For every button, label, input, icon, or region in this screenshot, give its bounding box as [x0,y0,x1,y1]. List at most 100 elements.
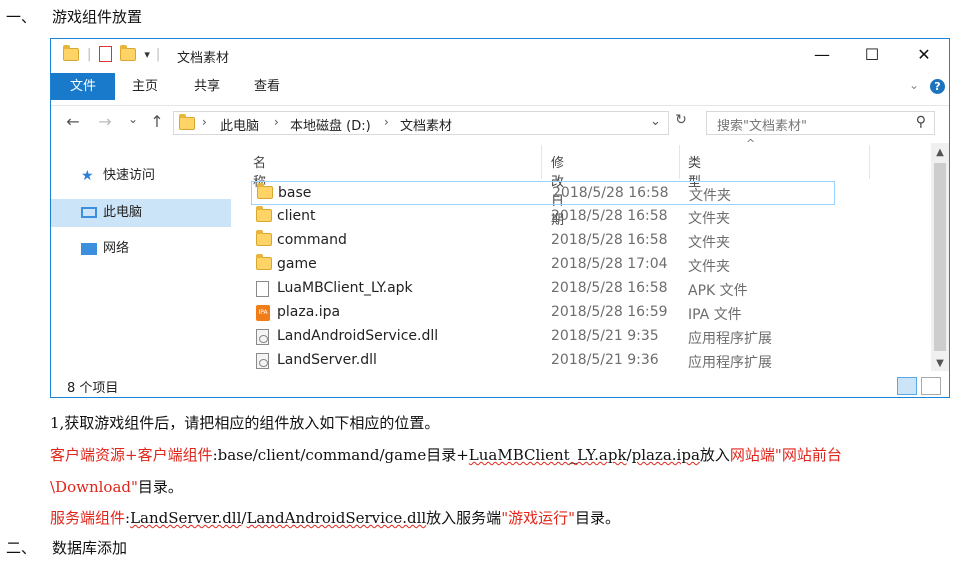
file-name: command [277,232,347,248]
file-row[interactable]: command 2018/5/28 16:58 文件夹 [251,229,835,253]
toolbar-divider: | [155,46,161,62]
maximize-button[interactable]: ☐ [849,39,895,71]
up-button[interactable]: ↑ [147,112,167,131]
chevron-right-icon[interactable]: › [274,115,279,129]
forward-button[interactable]: → [95,112,115,131]
refresh-icon[interactable]: ↻ [671,112,691,128]
file-name: LuaMBClient_LY.apk [277,280,413,296]
scrollbar-thumb[interactable] [934,163,946,351]
folder-icon [257,183,273,199]
heading-text: 数据库添加 [52,539,128,557]
nav-item-this-pc[interactable]: 此电脑 [51,199,231,227]
file-date: 2018/5/28 17:04 [551,256,668,272]
dll-filename-2: LandAndroidService.dll [246,509,427,527]
file-name: base [278,185,312,201]
title-bar: | ▾ | 文档素材 — ☐ ✕ [51,39,949,73]
server-label: 服务端组件 [50,509,126,527]
file-date: 2018/5/28 16:58 [552,185,669,201]
vertical-scrollbar[interactable]: ▲ ▼ [931,143,949,371]
file-row[interactable]: game 2018/5/28 17:04 文件夹 [251,253,835,277]
tab-file[interactable]: 文件 [51,73,115,100]
column-divider[interactable] [679,145,680,179]
heading-number: 二、 [6,539,37,557]
close-button[interactable]: ✕ [901,39,947,71]
tab-share[interactable]: 共享 [185,73,229,100]
tab-home[interactable]: 主页 [123,73,167,100]
file-date: 2018/5/28 16:58 [551,208,668,224]
dll-file-icon [256,329,269,345]
file-date: 2018/5/21 9:36 [551,352,659,368]
sort-ascending-icon: ^ [746,137,756,150]
search-input[interactable]: 搜索"文档素材" ⚲ [706,111,935,135]
search-icon[interactable]: ⚲ [916,114,926,130]
server-components-line: 服务端组件:LandServer.dll/LandAndroidService.… [50,507,620,528]
file-row[interactable]: IPA plaza.ipa 2018/5/28 16:59 IPA 文件 [251,301,835,325]
file-icon [256,281,269,297]
chevron-right-icon[interactable]: › [202,115,207,129]
window-title: 文档素材 [177,51,230,66]
file-row[interactable]: LandAndroidService.dll 2018/5/21 9:35 应用… [251,325,835,349]
recent-locations-button[interactable]: ⌄ [123,112,143,126]
file-type: IPA 文件 [688,307,742,323]
properties-icon[interactable] [99,46,113,62]
folder-icon [256,230,272,246]
doc-heading-1: 一、 游戏组件放置 [6,6,142,27]
nav-item-label: 此电脑 [103,205,143,220]
ribbon-tabs: 文件 主页 共享 查看 ⌄ ? [51,73,949,100]
folder-icon[interactable] [63,44,79,61]
client-components-line: 客户端资源+客户端组件:base/client/command/game目录+L… [50,444,842,465]
file-type: 文件夹 [689,188,731,204]
tab-view[interactable]: 查看 [245,73,289,100]
file-date: 2018/5/21 9:35 [551,328,659,344]
expand-ribbon-icon[interactable]: ⌄ [909,78,919,92]
folder-icon [256,206,272,222]
computer-icon [81,207,97,218]
file-type: 文件夹 [688,211,730,227]
new-folder-icon[interactable] [120,44,137,61]
file-row[interactable]: LandServer.dll 2018/5/21 9:36 应用程序扩展 [251,349,835,373]
customize-dropdown-icon[interactable]: ▾ [144,48,150,61]
folder-icon [179,114,195,130]
address-bar[interactable]: › 此电脑 › 本地磁盘 (D:) › 文档素材 ⌄ [173,111,669,135]
details-view-button[interactable] [897,377,917,395]
server-target: "游戏运行" [501,509,575,527]
scroll-up-icon[interactable]: ▲ [931,147,949,158]
explorer-window: | ▾ | 文档素材 — ☐ ✕ 文件 主页 共享 查看 ⌄ ? ← → ⌄ ↑… [50,38,950,398]
chevron-right-icon[interactable]: › [384,115,389,129]
heading-number: 一、 [6,8,37,26]
client-target: 网站端"网站前台 [729,446,842,464]
nav-item-network[interactable]: 网络 [51,235,231,263]
nav-item-quick-access[interactable]: ★ 快速访问 [51,162,231,190]
file-row[interactable]: base 2018/5/28 16:58 文件夹 [251,181,835,205]
instruction-step-1: 1,获取游戏组件后，请把相应的组件放入如下相应的位置。 [50,414,440,432]
ipa-file-icon: IPA [256,305,270,321]
file-list: 名称 修改日期 类型 ^ base 2018/5/28 16:58 文件夹 cl… [233,137,933,373]
column-divider[interactable] [869,145,870,179]
file-type: 文件夹 [688,259,730,275]
file-row[interactable]: client 2018/5/28 16:58 文件夹 [251,205,835,229]
large-icons-view-button[interactable] [921,377,941,395]
file-name: LandAndroidService.dll [277,328,439,344]
dll-file-icon [256,353,269,369]
help-icon[interactable]: ? [930,79,945,94]
client-paths: :base/client/command/game [212,446,427,464]
address-row: ← → ⌄ ↑ › 此电脑 › 本地磁盘 (D:) › 文档素材 ⌄ ↻ 搜索"… [51,105,949,140]
client-components-line-cont: \Download"目录。 [50,476,183,497]
ipa-filename: plaza.ipa [631,446,700,464]
nav-item-label: 网络 [103,241,130,256]
scroll-down-icon[interactable]: ▼ [931,358,949,369]
back-button[interactable]: ← [63,112,83,131]
address-dropdown-icon[interactable]: ⌄ [650,114,661,129]
file-name: client [277,208,316,224]
breadcrumb-this-pc[interactable]: 此电脑 [220,115,259,134]
heading-text: 游戏组件放置 [52,8,143,26]
column-divider[interactable] [541,145,542,179]
file-row[interactable]: LuaMBClient_LY.apk 2018/5/28 16:58 APK 文… [251,277,835,301]
file-type: 应用程序扩展 [688,355,772,371]
dll-filename-1: LandServer.dll [130,509,242,527]
minimize-button[interactable]: — [799,39,845,71]
status-bar: 8 个项目 [51,375,949,397]
breadcrumb-local-disk[interactable]: 本地磁盘 (D:) [290,115,371,134]
put-into: 放入 [699,446,730,464]
breadcrumb-current-folder[interactable]: 文档素材 [400,115,452,134]
